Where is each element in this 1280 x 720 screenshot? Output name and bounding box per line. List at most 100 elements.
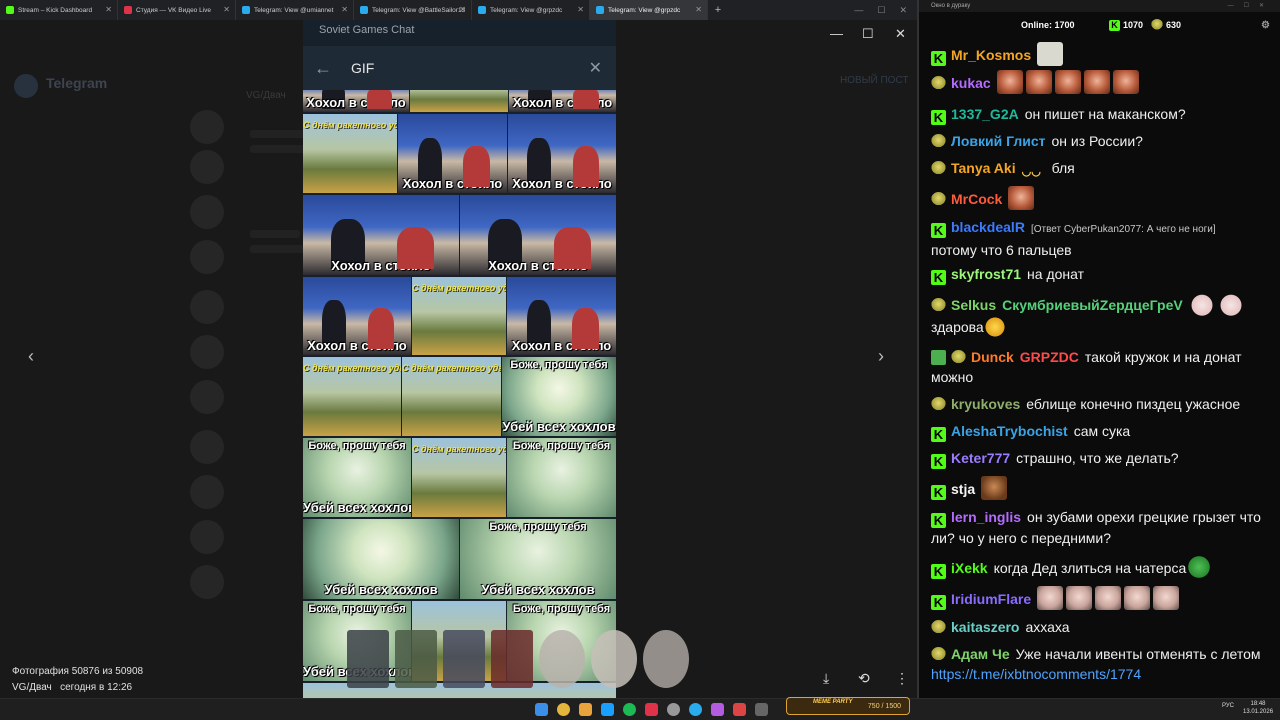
clear-search-icon[interactable]: ✕ <box>589 58 602 78</box>
chat-username[interactable]: kryukoves <box>951 396 1020 412</box>
chat-text: он из России? <box>1051 133 1143 149</box>
photo-thumbnail[interactable] <box>347 630 389 688</box>
gif-result[interactable]: Хохол в стойло <box>303 195 459 275</box>
vk-icon <box>931 161 946 176</box>
gif-result[interactable]: Убей всех хохлов <box>303 519 459 599</box>
chat-username[interactable]: Mr_Kosmos <box>951 47 1031 63</box>
chat-username[interactable]: iXekk <box>951 560 988 576</box>
folder-icon[interactable] <box>579 703 592 716</box>
gif-result[interactable]: Хохол в стойло <box>303 277 411 355</box>
telegram-icon[interactable] <box>689 703 702 716</box>
chat-link[interactable]: https://t.me/ixbtnocomments/1774 <box>931 666 1141 682</box>
viewer-close-button[interactable]: ✕ <box>895 26 906 42</box>
chat-username[interactable]: skyfrost71 <box>951 266 1021 282</box>
tab-telegram-battlesailor[interactable]: Telegram: View @BattleSailor13 ✕ <box>354 0 472 20</box>
gif-result[interactable]: Хохол в стойло <box>509 90 616 112</box>
gif-result[interactable]: Боже, прошу тебя Убей всех хохлов <box>303 438 411 517</box>
viewer-maximize-button[interactable]: ☐ <box>862 26 874 42</box>
viewer-minimize-button[interactable]: — <box>830 26 843 41</box>
chat-message: KiXekk когда Дед злиться на чатерса <box>931 555 1272 579</box>
gif-result[interactable]: С днём ракетного удара по Украине <box>402 357 501 436</box>
close-tab-icon[interactable]: ✕ <box>341 5 348 15</box>
chat-username[interactable]: Ловкий Глист <box>951 133 1045 149</box>
app-icon[interactable] <box>733 703 746 716</box>
tab-telegram-grpzdc[interactable]: Telegram: View @grpzdc ✕ <box>472 0 590 20</box>
tab-vk-video[interactable]: Студия — VK Видео Live ✕ <box>118 0 236 20</box>
chat-username-secondary[interactable]: СкумбриевыйZердцеГреV <box>1002 297 1183 313</box>
chat-username[interactable]: Tanya Aki <box>951 160 1016 176</box>
tab-kick-dashboard[interactable]: Stream – Kick Dashboard ✕ <box>0 0 118 20</box>
close-tab-icon[interactable]: ✕ <box>577 5 584 15</box>
rotate-icon[interactable]: ⟲ <box>858 670 870 687</box>
tab-telegram-grpzdc-active[interactable]: Telegram: View @grpzdc ✕ <box>590 0 708 20</box>
download-icon[interactable]: ⤓ <box>823 670 829 687</box>
new-tab-button[interactable]: + <box>708 4 728 16</box>
photo-thumbnail[interactable] <box>643 630 689 688</box>
app-icon[interactable] <box>645 703 658 716</box>
close-window-button[interactable]: ✕ <box>899 5 907 16</box>
chat-username[interactable]: AleshaTrybochist <box>951 423 1068 439</box>
chat-username[interactable]: kaitaszero <box>951 619 1019 635</box>
close-tab-icon[interactable]: ✕ <box>105 5 112 15</box>
vk-icon <box>931 298 946 313</box>
tab-telegram-umiannet[interactable]: Telegram: View @umiannet ✕ <box>236 0 354 20</box>
prev-photo-button[interactable]: ‹ <box>28 346 34 367</box>
chat-window-title: Окно в дураку <box>931 3 971 9</box>
chat-username[interactable]: IridiumFlare <box>951 591 1031 607</box>
spotify-icon[interactable] <box>623 703 636 716</box>
clock[interactable]: 18:48 13.01.2026 <box>1243 700 1273 716</box>
tab-label: Telegram: View @BattleSailor13 <box>372 6 466 14</box>
photo-thumbnail[interactable] <box>395 630 437 688</box>
photo-thumbnail[interactable] <box>491 630 533 688</box>
chat-window-controls[interactable]: —☐✕ <box>1228 0 1274 12</box>
chat-username[interactable]: kukac <box>951 75 991 91</box>
media-widget[interactable]: MEME PARTY 750 / 1500 <box>786 697 910 715</box>
chat-username[interactable]: lern_inglis <box>951 509 1021 525</box>
gif-search-input[interactable]: GIF <box>351 60 374 76</box>
chat-username[interactable]: Keter777 <box>951 450 1010 466</box>
start-icon[interactable] <box>535 703 548 716</box>
app-icon[interactable] <box>755 703 768 716</box>
close-tab-icon[interactable]: ✕ <box>695 5 702 15</box>
chat-username[interactable]: Адам Че <box>951 646 1010 662</box>
photo-thumbnail[interactable] <box>591 630 637 688</box>
app-icon[interactable] <box>711 703 724 716</box>
chat-username[interactable]: Selkus <box>951 297 996 313</box>
gif-result[interactable]: С днём ракетного удара по Украине <box>412 438 506 517</box>
gif-result[interactable]: Боже, прошу тебя <box>507 438 616 517</box>
gif-result[interactable]: Боже, прошу тебя Убей всех хохлов <box>502 357 616 436</box>
close-tab-icon[interactable]: ✕ <box>459 5 466 15</box>
chat-username[interactable]: 1337_G2A <box>951 106 1019 122</box>
chrome-icon[interactable] <box>557 703 570 716</box>
close-tab-icon[interactable]: ✕ <box>223 5 230 15</box>
chat-username[interactable]: stja <box>951 481 975 497</box>
gif-result[interactable]: Хохол в стойло <box>460 195 616 275</box>
gif-result[interactable]: С днём ракетного удара по Украине <box>303 114 397 193</box>
steam-icon[interactable] <box>601 703 614 716</box>
gif-result[interactable]: Хохол в стойло <box>398 114 507 193</box>
gif-result[interactable]: Боже, прошу тебя Убей всех хохлов <box>460 519 616 599</box>
chat-text: аххаха <box>1025 619 1070 635</box>
photo-source[interactable]: VG/Двач <box>12 682 52 693</box>
gif-result[interactable]: Хохол в стойло <box>507 277 616 355</box>
obs-icon[interactable] <box>667 703 680 716</box>
chat-username[interactable]: Dunck <box>971 349 1014 365</box>
minimize-window-button[interactable]: — <box>854 5 863 16</box>
more-options-icon[interactable]: ⋮ <box>895 670 909 687</box>
back-arrow-icon[interactable]: ← <box>303 58 343 79</box>
chat-username-secondary[interactable]: GRPZDC <box>1020 349 1079 365</box>
gif-result[interactable]: С днём ракетного удара по Украине <box>303 357 401 436</box>
chat-username[interactable]: MrCock <box>951 191 1002 207</box>
gif-result[interactable]: Хохол в стойло <box>303 90 409 112</box>
gif-result[interactable] <box>410 90 508 112</box>
next-photo-button[interactable]: › <box>878 346 884 367</box>
photo-thumbnail[interactable] <box>443 630 485 688</box>
language-indicator[interactable]: РУС <box>1222 703 1234 709</box>
chat-username[interactable]: blackdealR <box>951 219 1025 235</box>
maximize-window-button[interactable]: ☐ <box>877 5 885 16</box>
gif-result[interactable]: Хохол в стойло <box>508 114 616 193</box>
photo-thumbnail[interactable] <box>539 630 585 688</box>
gif-result[interactable]: С днём ракетного удара по Украине <box>412 277 506 355</box>
settings-icon[interactable]: ⚙ <box>1261 20 1270 31</box>
kick-icon: K <box>931 110 946 125</box>
